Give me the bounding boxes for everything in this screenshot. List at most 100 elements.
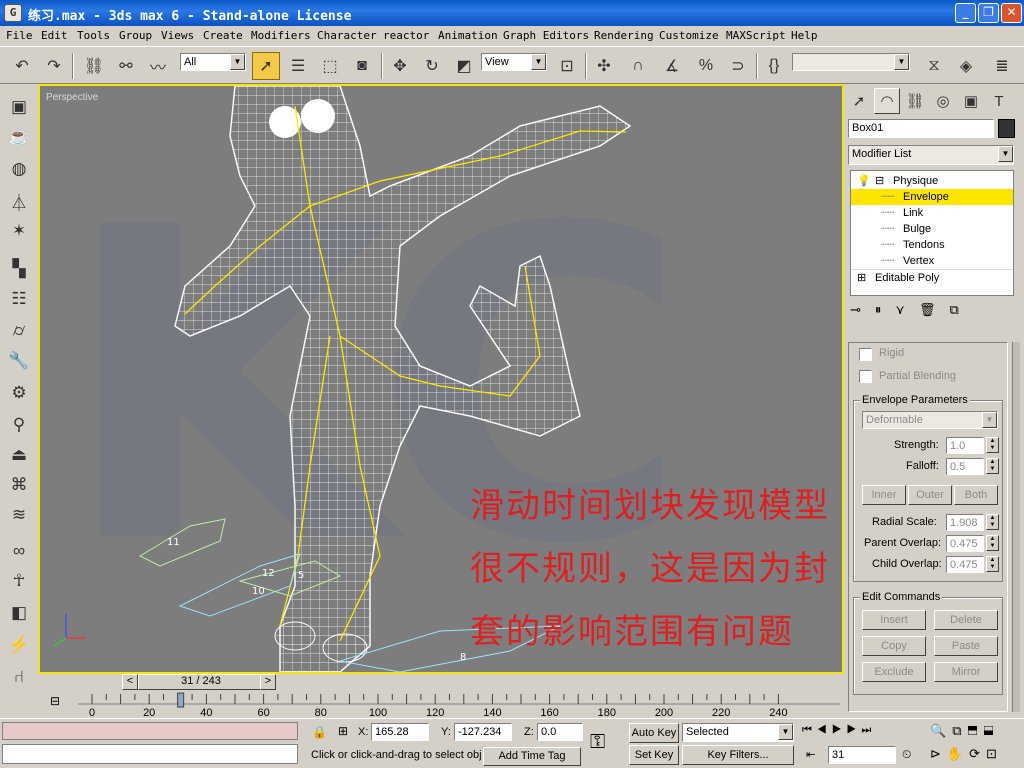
outer-button[interactable]: Outer <box>908 485 952 505</box>
tab-motion[interactable]: ◎ <box>930 88 956 114</box>
stack-item-envelope[interactable]: ┈┈ Envelope <box>851 189 1013 205</box>
menu-file[interactable]: File <box>6 29 33 42</box>
rectangular-selection-icon[interactable]: ⬚ <box>316 52 344 80</box>
menu-group[interactable]: Group <box>119 29 152 42</box>
star-icon[interactable]: ✶ <box>5 218 33 244</box>
undo-icon[interactable]: ↶ <box>8 52 36 80</box>
chair-icon[interactable]: ⑁ <box>5 664 33 690</box>
strength-spinner[interactable]: ▲ ▼ <box>986 437 999 453</box>
zoom-extents-icon[interactable]: ⬒ <box>967 723 983 738</box>
rigid-checkbox[interactable] <box>859 348 872 361</box>
current-frame-marker[interactable] <box>177 692 185 708</box>
modifier-list-dropdown[interactable]: Modifier List ▼ <box>848 145 1014 165</box>
envelope-type-dropdown[interactable]: Deformable ▼ <box>862 411 998 429</box>
previous-frame-icon[interactable]: ◀ <box>817 724 832 736</box>
play-icon[interactable]: ▶ <box>832 724 847 736</box>
object-color-swatch[interactable] <box>998 119 1015 138</box>
track-bar[interactable]: ⊟ 0 20 40 60 80 100 120 140 160 180 200 220 240 <box>38 692 844 720</box>
select-object-icon[interactable]: ➚ <box>252 52 280 80</box>
cone-icon[interactable]: ⏃ <box>5 188 33 214</box>
field-of-view-icon[interactable]: ⊳ <box>930 746 947 761</box>
menu-tools[interactable]: Tools <box>77 29 110 42</box>
time-slider-prev[interactable]: < <box>122 674 138 690</box>
time-slider-next[interactable]: > <box>260 674 276 690</box>
copy-button[interactable]: Copy <box>862 636 926 656</box>
pan-icon[interactable]: ✋ <box>947 746 969 761</box>
playback-controls[interactable]: ⏮◀▶▶⏭ <box>802 724 876 737</box>
reference-coordinate-dropdown[interactable]: View ▼ <box>481 53 547 71</box>
zoom-icon[interactable]: 🔍 <box>930 723 952 738</box>
mirror-icon[interactable]: ⧖ <box>920 52 948 80</box>
align-icon[interactable]: ◈ <box>952 52 980 80</box>
link-icon[interactable]: ∞ <box>5 538 33 564</box>
3ds-max-icon[interactable]: G <box>4 4 22 22</box>
select-and-scale-icon[interactable]: ◩ <box>450 52 478 80</box>
remove-modifier-icon[interactable]: 🗑 <box>919 302 950 317</box>
checker-icon[interactable]: ▚ <box>5 256 33 282</box>
select-and-rotate-icon[interactable]: ↻ <box>418 52 446 80</box>
menu-create[interactable]: Create <box>203 29 243 42</box>
tab-utilities[interactable]: T <box>986 88 1012 114</box>
time-slider-thumb[interactable]: 31 / 243 <box>138 674 264 690</box>
make-unique-icon[interactable]: ⋎ <box>895 302 919 317</box>
inner-button[interactable]: Inner <box>862 485 906 505</box>
set-key-button[interactable]: Set Key <box>629 745 679 765</box>
pin-stack-icon[interactable]: ⊸ <box>850 302 875 317</box>
wrench-icon[interactable]: 🔧 <box>5 348 33 374</box>
menu-views[interactable]: Views <box>161 29 194 42</box>
teapot-icon[interactable]: ☕ <box>5 124 33 150</box>
curve-editor-icon[interactable]: ⊟ <box>50 694 72 710</box>
tab-display[interactable]: ▣ <box>958 88 984 114</box>
select-and-link-icon[interactable]: ⛓ <box>80 52 108 80</box>
key-filters-button[interactable]: Key Filters... <box>682 745 794 765</box>
sphere-icon[interactable]: ◍ <box>5 156 33 182</box>
menu-rendering[interactable]: Rendering <box>594 29 654 42</box>
configure-modifier-sets-icon[interactable]: ⧉ <box>949 302 972 317</box>
viewport-label[interactable]: Perspective <box>46 92 98 103</box>
collapse-icon[interactable]: ⊟ <box>875 173 884 189</box>
tab-hierarchy[interactable]: ⛓ <box>902 88 928 114</box>
stack-item-vertex[interactable]: ┈┈ Vertex <box>851 253 1013 269</box>
radial-scale-spinner[interactable]: ▲ ▼ <box>986 514 999 530</box>
child-overlap-field[interactable]: 0.475 <box>946 556 984 573</box>
menu-edit[interactable]: Edit <box>41 29 68 42</box>
camera-icon[interactable]: ⏏ <box>5 442 33 468</box>
zoom-extents-all-icon[interactable]: ⬓ <box>984 723 1000 738</box>
menu-character[interactable]: Character <box>317 29 377 42</box>
go-to-end-icon[interactable]: ⏭ <box>861 724 876 736</box>
y-coordinate-field[interactable]: -127.234 <box>454 723 512 741</box>
cylinder-icon[interactable]: ⌭ <box>5 318 33 344</box>
window-crossing-icon[interactable]: ◙ <box>348 52 376 80</box>
partial-blending-checkbox[interactable] <box>859 370 872 383</box>
pivot-center-icon[interactable]: ⊡ <box>553 52 581 80</box>
snap-3d-icon[interactable]: ∩ <box>624 52 652 80</box>
next-frame-icon[interactable]: ▶ <box>847 724 862 736</box>
menu-modifiers[interactable]: Modifiers <box>251 29 311 42</box>
tab-modify[interactable]: ◠ <box>874 88 900 114</box>
cloth-icon[interactable]: ⌘ <box>5 472 33 498</box>
perspective-viewport[interactable]: KC 11 12 10 5 8 <box>38 84 844 674</box>
parent-overlap-field[interactable]: 0.475 <box>946 535 984 552</box>
maximize-button[interactable]: ❐ <box>978 3 999 23</box>
paste-button[interactable]: Paste <box>934 636 998 656</box>
layer-manager-icon[interactable]: ≣ <box>988 52 1016 80</box>
spinner-snap-icon[interactable]: ⊃ <box>724 52 752 80</box>
stack-item-editable-poly[interactable]: ⊞ Editable Poly <box>851 269 1013 285</box>
angle-snap-icon[interactable]: ∡ <box>658 52 686 80</box>
object-name-field[interactable]: Box01 <box>848 119 994 138</box>
viewport-navigation-top[interactable]: 🔍⧉⬒⬓ <box>930 723 1000 739</box>
mirror-button[interactable]: Mirror <box>934 662 998 682</box>
parent-overlap-spinner[interactable]: ▲ ▼ <box>986 535 999 551</box>
maxscript-listener[interactable] <box>2 722 298 740</box>
bind-to-space-warp-icon[interactable]: 〰 <box>144 52 172 80</box>
wave-icon[interactable]: ≋ <box>5 502 33 528</box>
strength-field[interactable]: 1.0 <box>946 437 984 454</box>
lock-icon[interactable]: 🔒 <box>312 725 327 739</box>
percent-snap-icon[interactable]: % <box>692 52 720 80</box>
menu-graph-editors[interactable]: Graph Editors <box>503 29 589 42</box>
menu-help[interactable]: Help <box>791 29 818 42</box>
selection-filter-dropdown[interactable]: All ▼ <box>180 53 246 71</box>
bolt-icon[interactable]: ⚡ <box>5 632 33 658</box>
select-and-move-icon[interactable]: ✥ <box>386 52 414 80</box>
select-and-manipulate-icon[interactable]: ✣ <box>590 52 618 80</box>
